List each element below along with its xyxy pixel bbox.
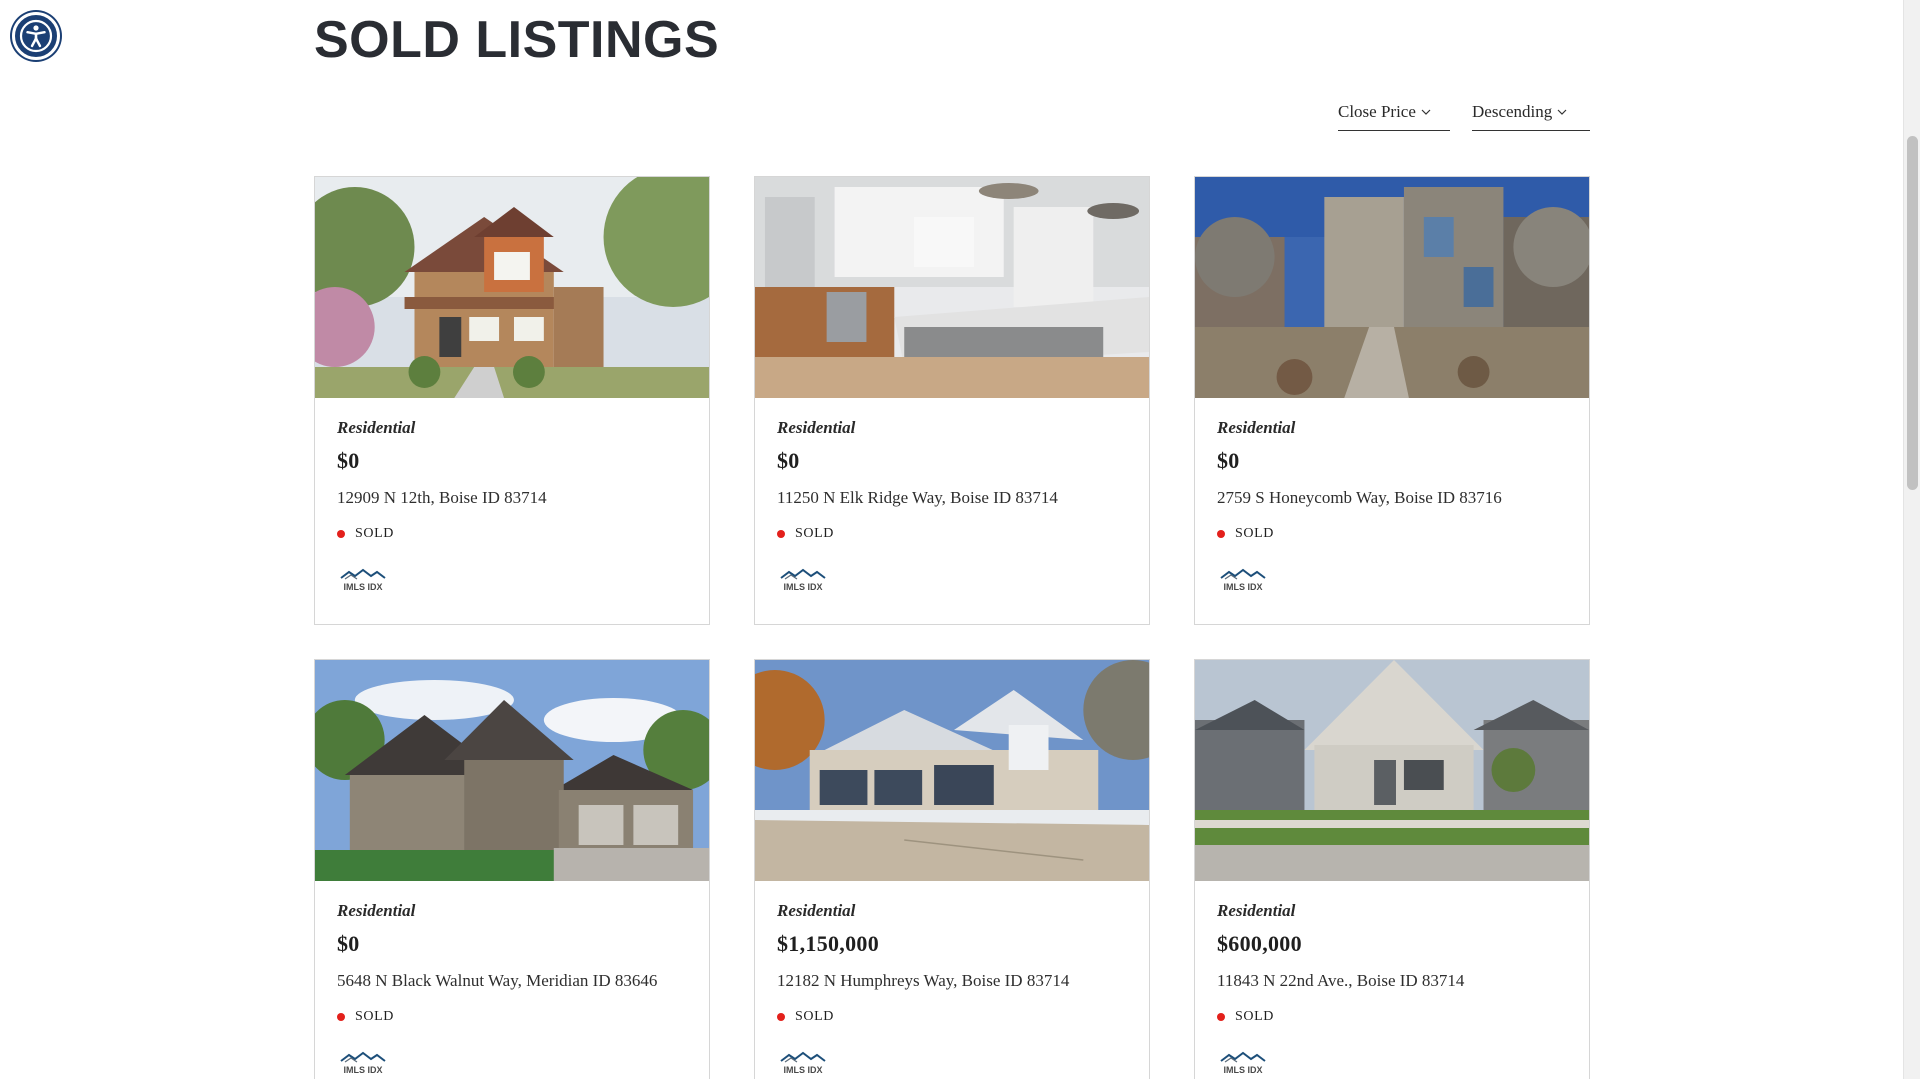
logo-text: IMLS IDX (343, 582, 382, 592)
listing-card[interactable]: Residential $0 2759 S Honeycomb Way, Boi… (1194, 176, 1590, 625)
listing-price: $0 (1217, 448, 1240, 473)
listing-photo[interactable] (315, 177, 709, 398)
listing-type: Residential (337, 418, 416, 437)
status-dot-icon (1217, 1013, 1225, 1021)
listing-card[interactable]: Residential $0 5648 N Black Walnut Way, … (314, 659, 710, 1079)
listing-photo[interactable] (1195, 177, 1589, 398)
listing-address[interactable]: 11843 N 22nd Ave., Boise ID 83714 (1217, 971, 1567, 991)
listing-photo[interactable] (315, 660, 709, 881)
imls-idx-logo: IMLS IDX (1220, 568, 1266, 592)
listing-type: Residential (777, 901, 856, 920)
status-badge: SOLD (777, 1009, 1127, 1025)
imls-idx-logo: IMLS IDX (1220, 1051, 1266, 1075)
status-label: SOLD (1235, 1009, 1274, 1024)
listing-address[interactable]: 12182 N Humphreys Way, Boise ID 83714 (777, 971, 1127, 991)
logo-text: IMLS IDX (783, 582, 822, 592)
chevron-down-icon (1557, 109, 1567, 115)
listing-card[interactable]: Residential $0 11250 N Elk Ridge Way, Bo… (754, 176, 1150, 625)
sort-field-label: Close Price (1338, 102, 1416, 121)
chevron-down-icon (1421, 109, 1431, 115)
listing-price: $1,150,000 (777, 931, 879, 956)
accessibility-icon (19, 19, 53, 53)
page-title: SOLD LISTINGS (314, 11, 720, 69)
listing-price: $0 (777, 448, 800, 473)
listing-photo[interactable] (755, 177, 1149, 398)
listing-card[interactable]: Residential $1,150,000 12182 N Humphreys… (754, 659, 1150, 1079)
status-label: SOLD (795, 526, 834, 541)
status-label: SOLD (355, 526, 394, 541)
sort-bar: Close Price Descending (1338, 98, 1590, 131)
listing-type: Residential (777, 418, 856, 437)
sold-listings-page: SOLD LISTINGS Close Price Descending Res… (314, 0, 1590, 1079)
status-dot-icon (337, 530, 345, 538)
listing-photo[interactable] (1195, 660, 1589, 881)
imls-idx-logo: IMLS IDX (780, 1051, 826, 1075)
listing-type: Residential (1217, 418, 1296, 437)
imls-idx-logo: IMLS IDX (340, 1051, 386, 1075)
status-badge: SOLD (1217, 1009, 1567, 1025)
status-label: SOLD (795, 1009, 834, 1024)
status-label: SOLD (355, 1009, 394, 1024)
status-dot-icon (777, 1013, 785, 1021)
status-badge: SOLD (1217, 526, 1567, 542)
logo-text: IMLS IDX (783, 1065, 822, 1075)
status-dot-icon (777, 530, 785, 538)
listing-card[interactable]: Residential $600,000 11843 N 22nd Ave., … (1194, 659, 1590, 1079)
listing-address[interactable]: 12909 N 12th, Boise ID 83714 (337, 488, 687, 508)
scrollbar-thumb[interactable] (1907, 136, 1918, 490)
listing-card[interactable]: Residential $0 12909 N 12th, Boise ID 83… (314, 176, 710, 625)
status-badge: SOLD (337, 1009, 687, 1025)
logo-text: IMLS IDX (1223, 582, 1262, 592)
sort-field-dropdown[interactable]: Close Price (1338, 98, 1450, 131)
status-badge: SOLD (337, 526, 687, 542)
status-label: SOLD (1235, 526, 1274, 541)
accessibility-button[interactable] (12, 12, 60, 60)
sort-order-label: Descending (1472, 102, 1553, 121)
listing-price: $0 (337, 448, 360, 473)
status-dot-icon (1217, 530, 1225, 538)
logo-text: IMLS IDX (1223, 1065, 1262, 1075)
sort-order-dropdown[interactable]: Descending (1472, 98, 1590, 131)
imls-idx-logo: IMLS IDX (780, 568, 826, 592)
listing-price: $0 (337, 931, 360, 956)
status-dot-icon (337, 1013, 345, 1021)
listings-grid: Residential $0 12909 N 12th, Boise ID 83… (314, 176, 1590, 1079)
listing-address[interactable]: 11250 N Elk Ridge Way, Boise ID 83714 (777, 488, 1127, 508)
status-badge: SOLD (777, 526, 1127, 542)
imls-idx-logo: IMLS IDX (340, 568, 386, 592)
listing-address[interactable]: 2759 S Honeycomb Way, Boise ID 83716 (1217, 488, 1567, 508)
listing-price: $600,000 (1217, 931, 1302, 956)
vertical-scrollbar[interactable] (1903, 0, 1920, 1079)
listing-type: Residential (1217, 901, 1296, 920)
listing-address[interactable]: 5648 N Black Walnut Way, Meridian ID 836… (337, 971, 687, 991)
listing-photo[interactable] (755, 660, 1149, 881)
logo-text: IMLS IDX (343, 1065, 382, 1075)
listing-type: Residential (337, 901, 416, 920)
